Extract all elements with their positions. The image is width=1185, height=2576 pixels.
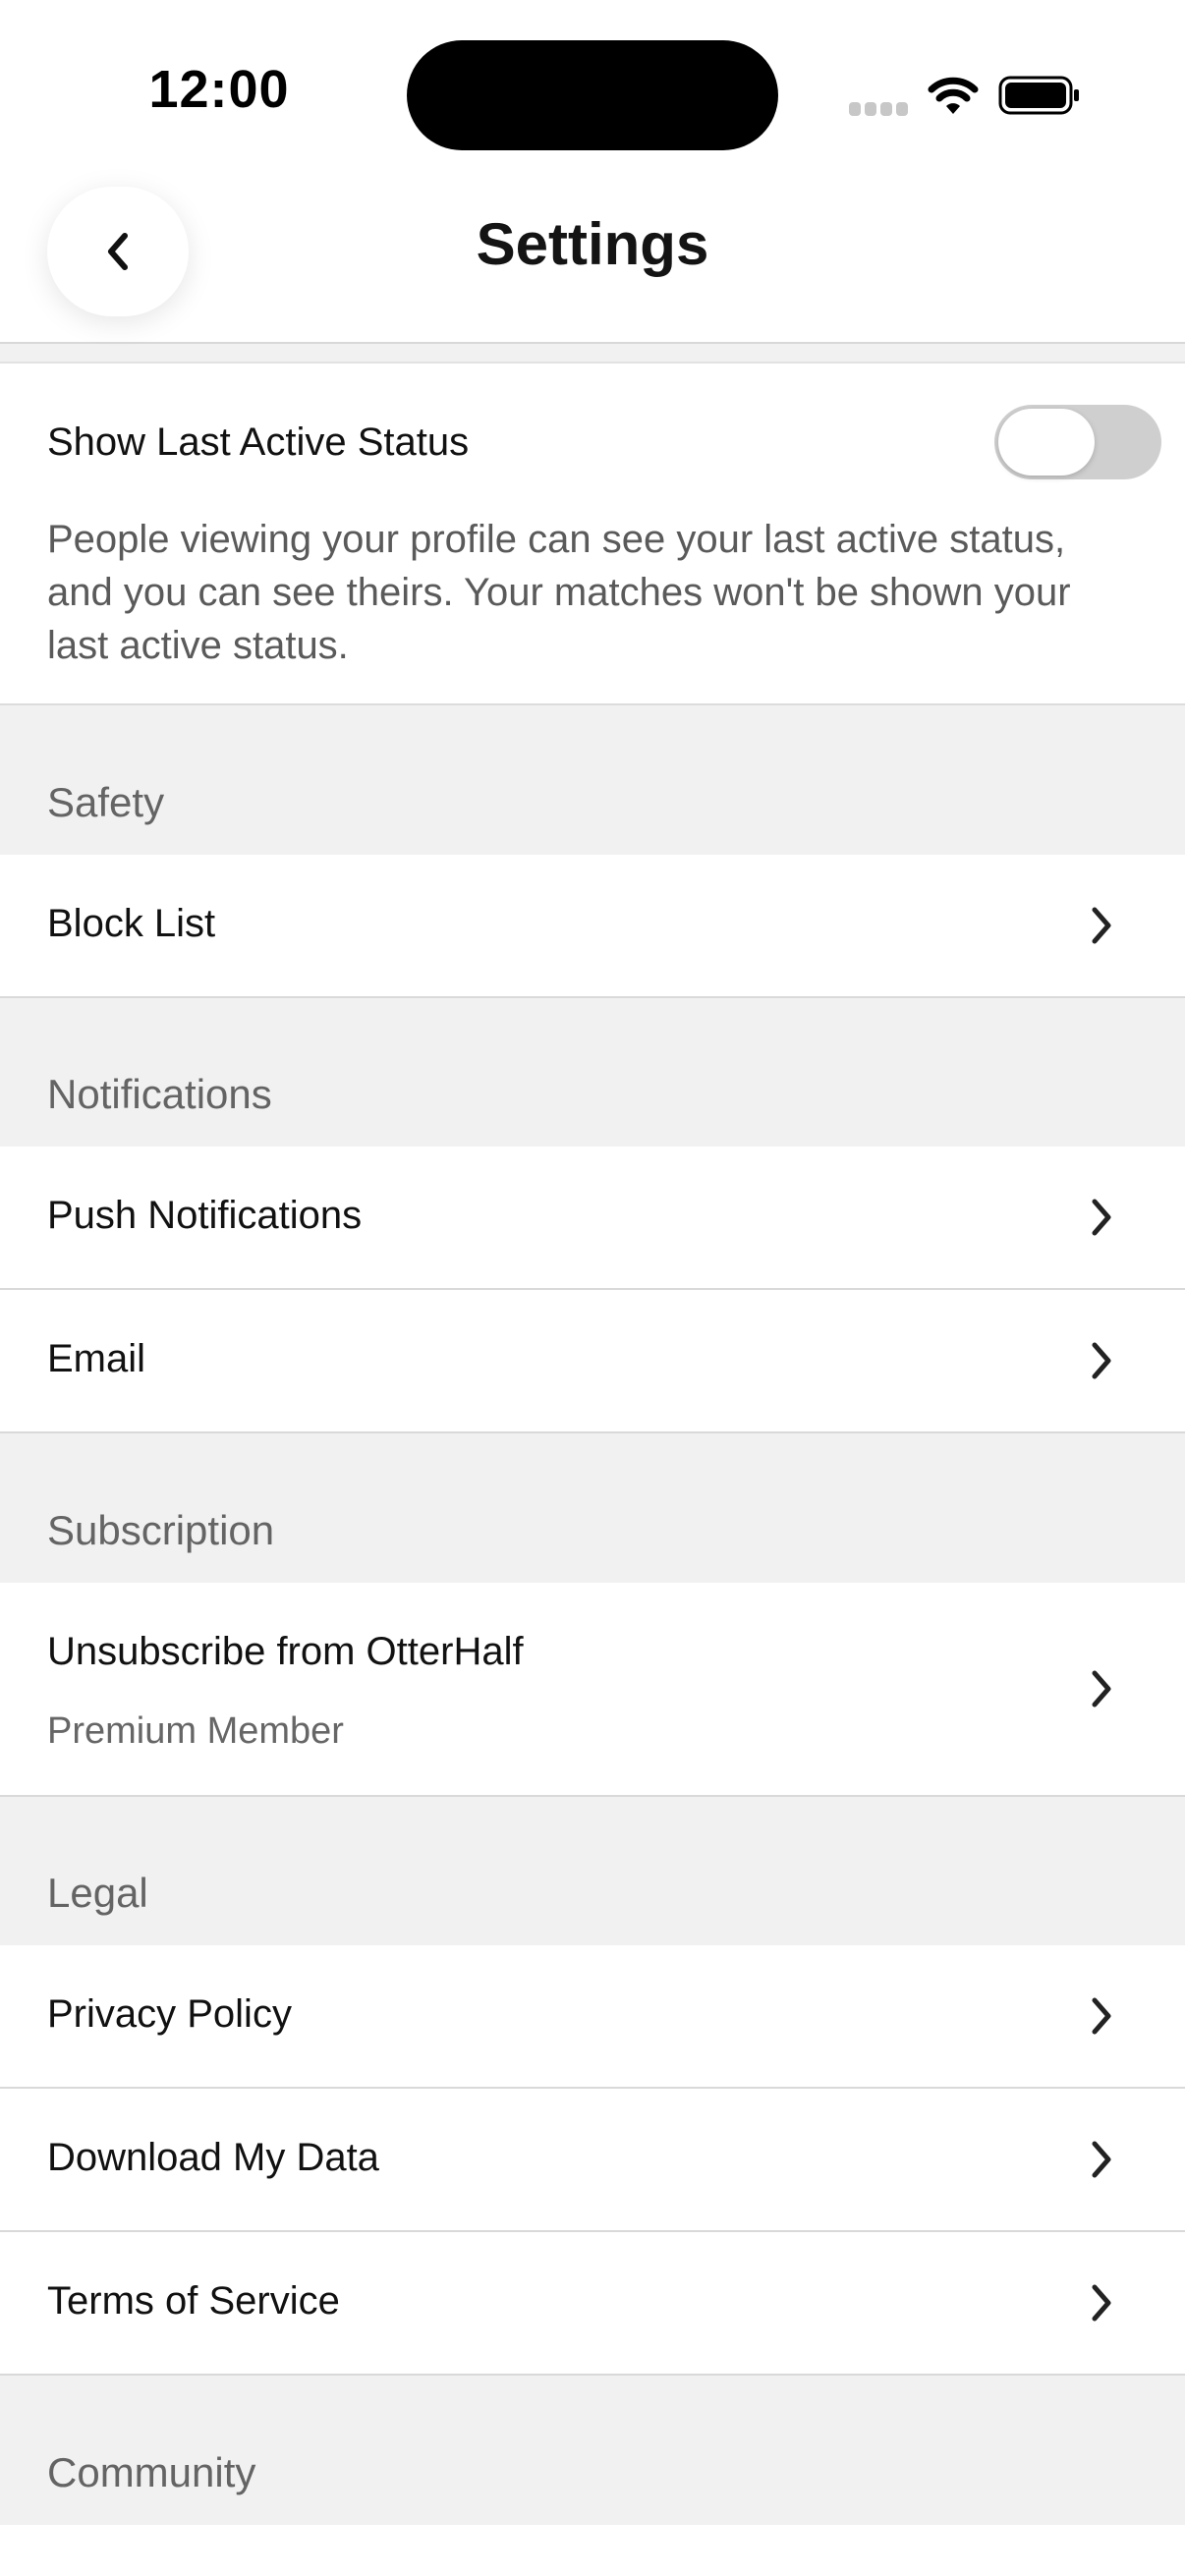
chevron-right-icon xyxy=(1092,2284,1111,2322)
settings-row-download-my-data[interactable]: Download My Data xyxy=(0,2089,1185,2232)
chevron-right-icon xyxy=(1092,1199,1111,1236)
toggle-knob xyxy=(998,409,1095,476)
row-label: Download My Data xyxy=(47,2136,379,2179)
chevron-right-icon xyxy=(1092,2141,1111,2178)
dynamic-island xyxy=(407,40,778,150)
settings-row-privacy-policy[interactable]: Privacy Policy xyxy=(0,1945,1185,2089)
chevron-right-icon xyxy=(1092,907,1111,944)
section-header-legal: Legal xyxy=(47,1870,148,1916)
page-title: Settings xyxy=(476,211,709,277)
battery-icon xyxy=(998,76,1079,115)
row-label: Privacy Policy xyxy=(47,1992,292,2036)
membership-status: Premium Member xyxy=(47,1710,344,1752)
settings-row-push-notifications[interactable]: Push Notifications xyxy=(0,1147,1185,1290)
chevron-right-icon xyxy=(1092,1342,1111,1379)
section-header-community: Community xyxy=(47,2449,256,2495)
settings-row-unsubscribe[interactable]: Unsubscribe from OtterHalf Premium Membe… xyxy=(0,1583,1185,1797)
back-button[interactable] xyxy=(47,187,189,316)
last-active-status-toggle[interactable] xyxy=(994,405,1161,479)
settings-row-email[interactable]: Email xyxy=(0,1290,1185,1433)
settings-row-block-list[interactable]: Block List xyxy=(0,855,1185,998)
row-label: Block List xyxy=(47,902,216,945)
cellular-signal-icon xyxy=(849,102,910,116)
row-label: Email xyxy=(47,1337,146,1380)
section-header-subscription: Subscription xyxy=(47,1507,275,1553)
row-label: Unsubscribe from OtterHalf xyxy=(47,1630,524,1673)
chevron-right-icon xyxy=(1092,1670,1111,1708)
row-label: Push Notifications xyxy=(47,1194,363,1237)
chevron-left-icon xyxy=(108,233,128,270)
last-active-status-label: Show Last Active Status xyxy=(47,420,470,464)
status-time: 12:00 xyxy=(148,60,290,119)
section-header-safety: Safety xyxy=(47,779,165,825)
navigation-header: Settings xyxy=(0,187,1185,344)
last-active-status-card: Show Last Active Status People viewing y… xyxy=(0,362,1185,705)
settings-row-community-partial[interactable] xyxy=(0,2525,1185,2576)
section-header-notifications: Notifications xyxy=(47,1071,272,1117)
status-bar: 12:00 xyxy=(0,0,1185,187)
wifi-icon xyxy=(928,77,979,114)
chevron-right-icon xyxy=(1092,1997,1111,2035)
last-active-status-description: People viewing your profile can see your… xyxy=(47,518,1071,667)
row-label: Terms of Service xyxy=(47,2279,340,2323)
settings-row-terms-of-service[interactable]: Terms of Service xyxy=(0,2232,1185,2376)
